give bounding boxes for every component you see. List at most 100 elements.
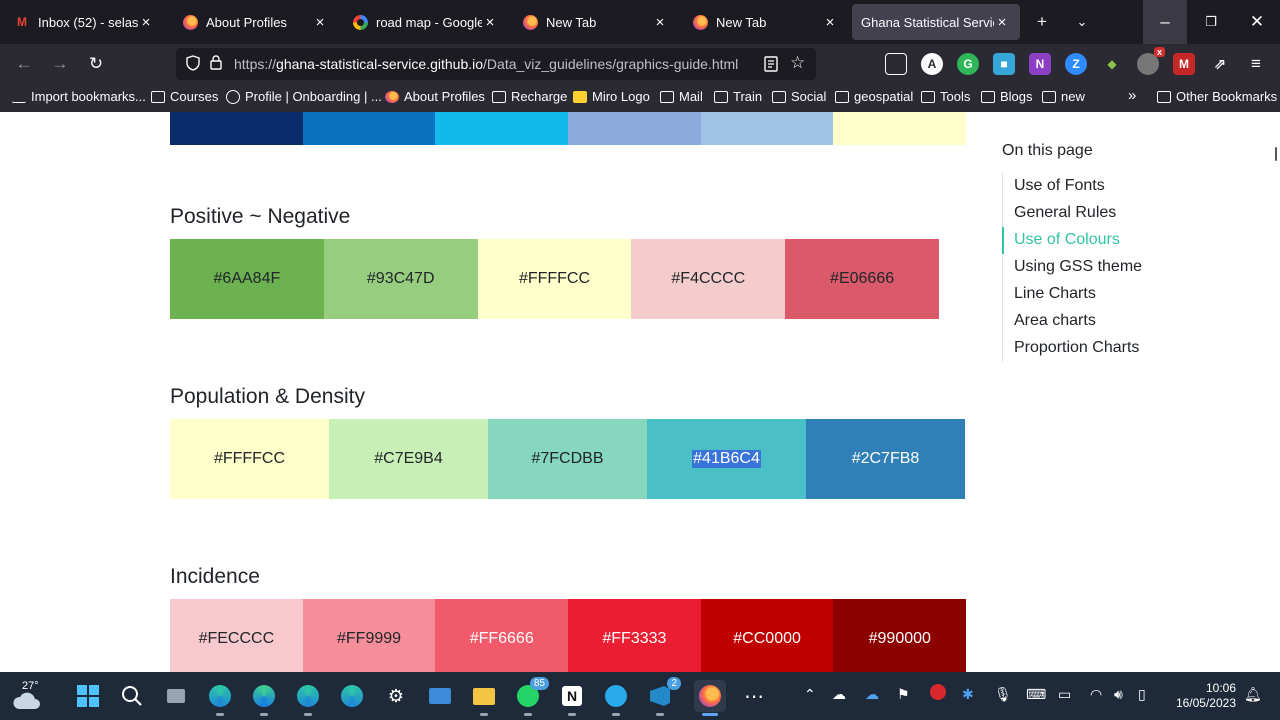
swatch-hex-label[interactable]: #FFFFCC [864,112,935,114]
show-hidden-icons-chevron-icon[interactable]: ⌃ [804,686,816,703]
shield-icon[interactable] [186,54,200,74]
tab-new-tab-2[interactable]: New Tab × [682,4,848,40]
bookmark-folder-other[interactable]: Other Bookmarks [1157,89,1277,104]
close-icon[interactable]: × [138,14,154,31]
swatch-hex-label[interactable]: #FFFFCC [214,450,285,468]
vpn-icon[interactable]: ⚑ [897,686,910,703]
edge-dev-icon[interactable] [248,680,280,716]
swatch-hex-label[interactable]: #41B6C4 [692,450,761,468]
restore-button[interactable]: ❐ [1189,0,1233,44]
bookmark-miro-logo[interactable]: Miro Logo [573,89,650,104]
firefox-icon[interactable] [694,680,726,716]
swatch-hex-label[interactable]: #F4CCCC [671,270,745,288]
swatch-hex-label[interactable]: #8EA9DB [599,112,669,114]
onedrive-business-icon[interactable]: ☁ [865,686,879,703]
swatch-hex-label[interactable]: #2C7FB8 [852,450,920,468]
bookmark-folder-tools[interactable]: Tools [921,89,970,104]
swatch-hex-label[interactable]: #6AA84F [214,270,281,288]
swatch-hex-label[interactable]: #FF9999 [337,630,401,648]
telegram-icon[interactable] [600,680,632,716]
tab-about-profiles[interactable]: About Profiles × [172,4,338,40]
new-tab-button[interactable]: + [1020,0,1064,44]
settings-gear-icon[interactable]: ⚙ [380,680,412,712]
bookmark-folder-mail[interactable]: Mail [660,89,703,104]
mega-icon[interactable] [930,684,946,703]
system-clock[interactable]: 10:06 16/05/2023 [1170,681,1236,711]
toc-link[interactable]: Use of Fonts [1003,173,1242,200]
scrollbar-thumb[interactable] [1275,147,1277,161]
notifications-bell-icon[interactable]: 🔔︎ [1244,686,1262,703]
url-bar[interactable]: https://ghana-statistical-service.github… [176,48,816,80]
toc-link[interactable]: Using GSS theme [1003,254,1242,281]
toc-link[interactable]: Area charts [1003,308,1242,335]
photos-icon[interactable] [424,680,456,712]
reader-view-icon[interactable] [764,56,778,75]
toc-link[interactable]: Proportion Charts [1003,335,1242,362]
close-icon[interactable]: × [312,14,328,31]
bookmark-about-profiles[interactable]: About Profiles [385,89,485,104]
menu-icon[interactable]: ≡ [1245,53,1267,75]
swatch-hex-label[interactable]: #FECCCC [199,630,275,648]
swatch-hex-label[interactable]: #C7E9B4 [374,450,443,468]
tab-gmail[interactable]: M Inbox (52) - selasehab × [4,4,164,40]
minimize-button[interactable]: – [1143,0,1187,44]
bookmark-import[interactable]: Import bookmarks... [12,89,146,104]
toc-link[interactable]: Line Charts [1003,281,1242,308]
chameleon-icon[interactable]: ◆ [1101,53,1123,75]
swatch-hex-label[interactable]: #9BC2E6 [733,112,802,114]
zoom-icon[interactable]: Z [1065,53,1087,75]
tab-new-tab-1[interactable]: New Tab × [512,4,678,40]
reload-button[interactable]: ↻ [82,50,110,78]
close-icon[interactable]: × [482,14,498,31]
edge-icon[interactable] [204,680,236,716]
more-bookmarks-chevron-icon[interactable]: » [1128,87,1136,104]
swatch-hex-label[interactable]: #FF3333 [602,630,666,648]
grammarly-icon[interactable]: G [957,53,979,75]
tab-google-search[interactable]: road map - Google Se × [342,4,508,40]
swatch-hex-label[interactable]: #93C47D [367,270,435,288]
swatch-hex-label[interactable]: #002060 [205,112,267,114]
mendeley-icon[interactable]: M [1173,53,1195,75]
bluetooth-icon[interactable]: ✱ [962,686,974,703]
keyboard-icon[interactable]: ⌨ [1026,686,1046,703]
tab-ghana-statistical-service[interactable]: Ghana Statistical Service × [852,4,1020,40]
swatch-hex-label[interactable]: #7FCDBB [531,450,603,468]
bookmark-folder-new[interactable]: new [1042,89,1085,104]
onedrive-icon[interactable]: ☁ [832,686,846,703]
list-all-tabs-button[interactable]: ⌄ [1060,0,1104,44]
swatch-hex-label[interactable]: #0070C0 [337,112,402,114]
swatch-hex-label[interactable]: #FFFFCC [519,270,590,288]
bookmark-folder-courses[interactable]: Courses [151,89,218,104]
extensions-puzzle-icon[interactable]: ⇗ [1209,53,1231,75]
display-icon[interactable]: ▭ [1058,686,1071,703]
swatch-hex-label[interactable]: #00B0F0 [469,112,534,114]
forward-button[interactable]: → [46,50,74,78]
battery-icon[interactable]: ▯ [1138,686,1146,703]
bookmark-folder-blogs[interactable]: Blogs [981,89,1033,104]
extension-icon[interactable]: ■ [993,53,1015,75]
weather-widget[interactable]: 27° [10,680,42,712]
lock-icon[interactable] [210,55,224,73]
bookmark-folder-train[interactable]: Train [714,89,762,104]
bookmark-folder-recharge[interactable]: Recharge [492,89,567,104]
bookmark-folder-social[interactable]: Social [772,89,826,104]
start-windows-icon[interactable] [72,680,104,712]
search-icon[interactable] [116,680,148,712]
volume-icon[interactable]: 🔊︎ [1114,686,1123,703]
whatsapp-icon[interactable]: 85 [512,677,549,716]
notion-icon[interactable]: N [556,680,588,716]
swatch-hex-label[interactable]: #990000 [869,630,931,648]
bookmark-star-icon[interactable]: ☆ [790,53,805,73]
bookmark-folder-geospatial[interactable]: geospatial [835,89,913,104]
pocket-icon[interactable] [885,53,907,75]
microphone-icon[interactable]: 🎙︎ [994,686,1012,703]
swatch-hex-label[interactable]: #E06666 [830,270,894,288]
account-icon[interactable]: A [921,53,943,75]
edge-beta-icon[interactable] [292,680,324,716]
toc-link[interactable]: Use of Colours [1002,227,1242,254]
close-icon[interactable]: × [994,14,1010,31]
more-apps-icon[interactable]: ⋯ [738,680,770,712]
file-explorer-icon[interactable] [468,680,500,716]
wifi-icon[interactable]: ◠ [1090,686,1102,703]
swatch-hex-label[interactable]: #FF6666 [470,630,534,648]
